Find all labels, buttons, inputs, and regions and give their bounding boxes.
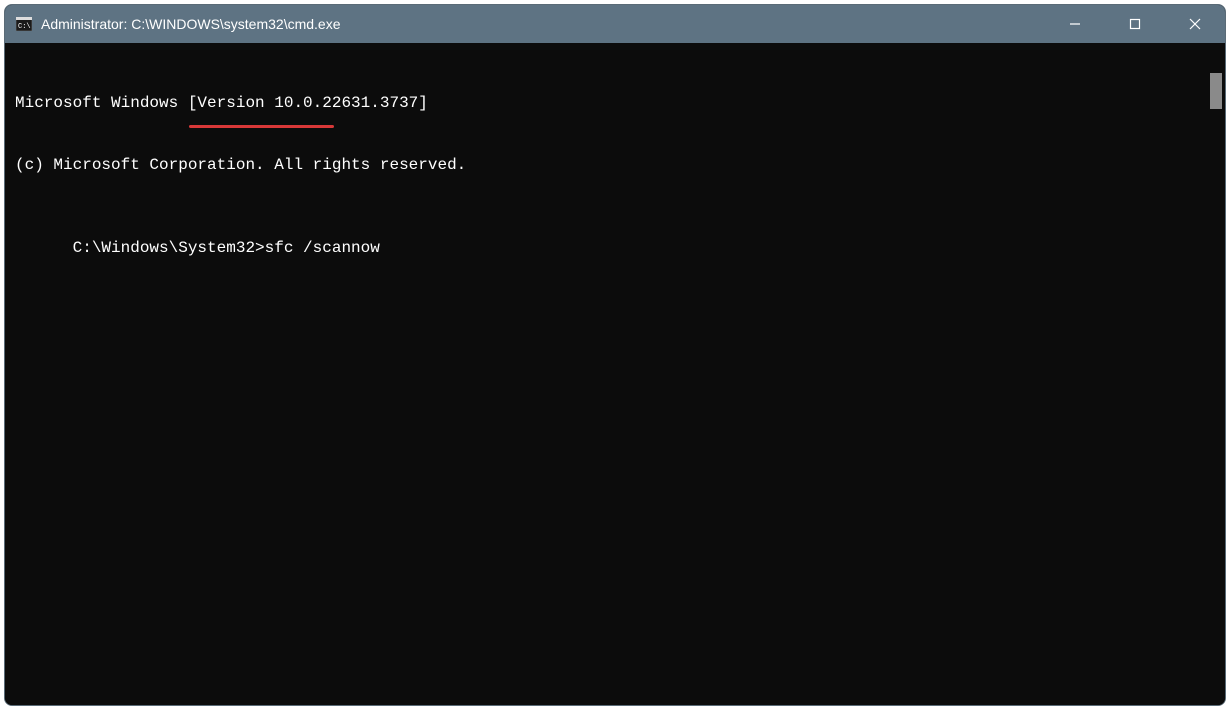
terminal-body: Microsoft Windows [Version 10.0.22631.37… (5, 43, 1225, 705)
cmd-icon: C:\ (15, 15, 33, 33)
window-title: Administrator: C:\WINDOWS\system32\cmd.e… (41, 16, 1045, 32)
command-input: sfc /scannow (265, 239, 380, 257)
maximize-button[interactable] (1105, 5, 1165, 43)
minimize-button[interactable] (1045, 5, 1105, 43)
scrollbar[interactable] (1207, 43, 1225, 705)
underline-annotation (189, 125, 334, 128)
output-line: (c) Microsoft Corporation. All rights re… (15, 155, 1197, 176)
command-prompt-window: C:\ Administrator: C:\WINDOWS\system32\c… (4, 4, 1226, 706)
prompt-line: C:\Windows\System32>sfc /scannow (73, 238, 380, 259)
terminal-output[interactable]: Microsoft Windows [Version 10.0.22631.37… (5, 43, 1207, 705)
window-controls (1045, 5, 1225, 43)
prompt: C:\Windows\System32> (73, 239, 265, 257)
titlebar[interactable]: C:\ Administrator: C:\WINDOWS\system32\c… (5, 5, 1225, 43)
output-line: Microsoft Windows [Version 10.0.22631.37… (15, 93, 1197, 114)
close-button[interactable] (1165, 5, 1225, 43)
svg-text:C:\: C:\ (18, 23, 31, 31)
scrollbar-thumb[interactable] (1210, 73, 1222, 109)
